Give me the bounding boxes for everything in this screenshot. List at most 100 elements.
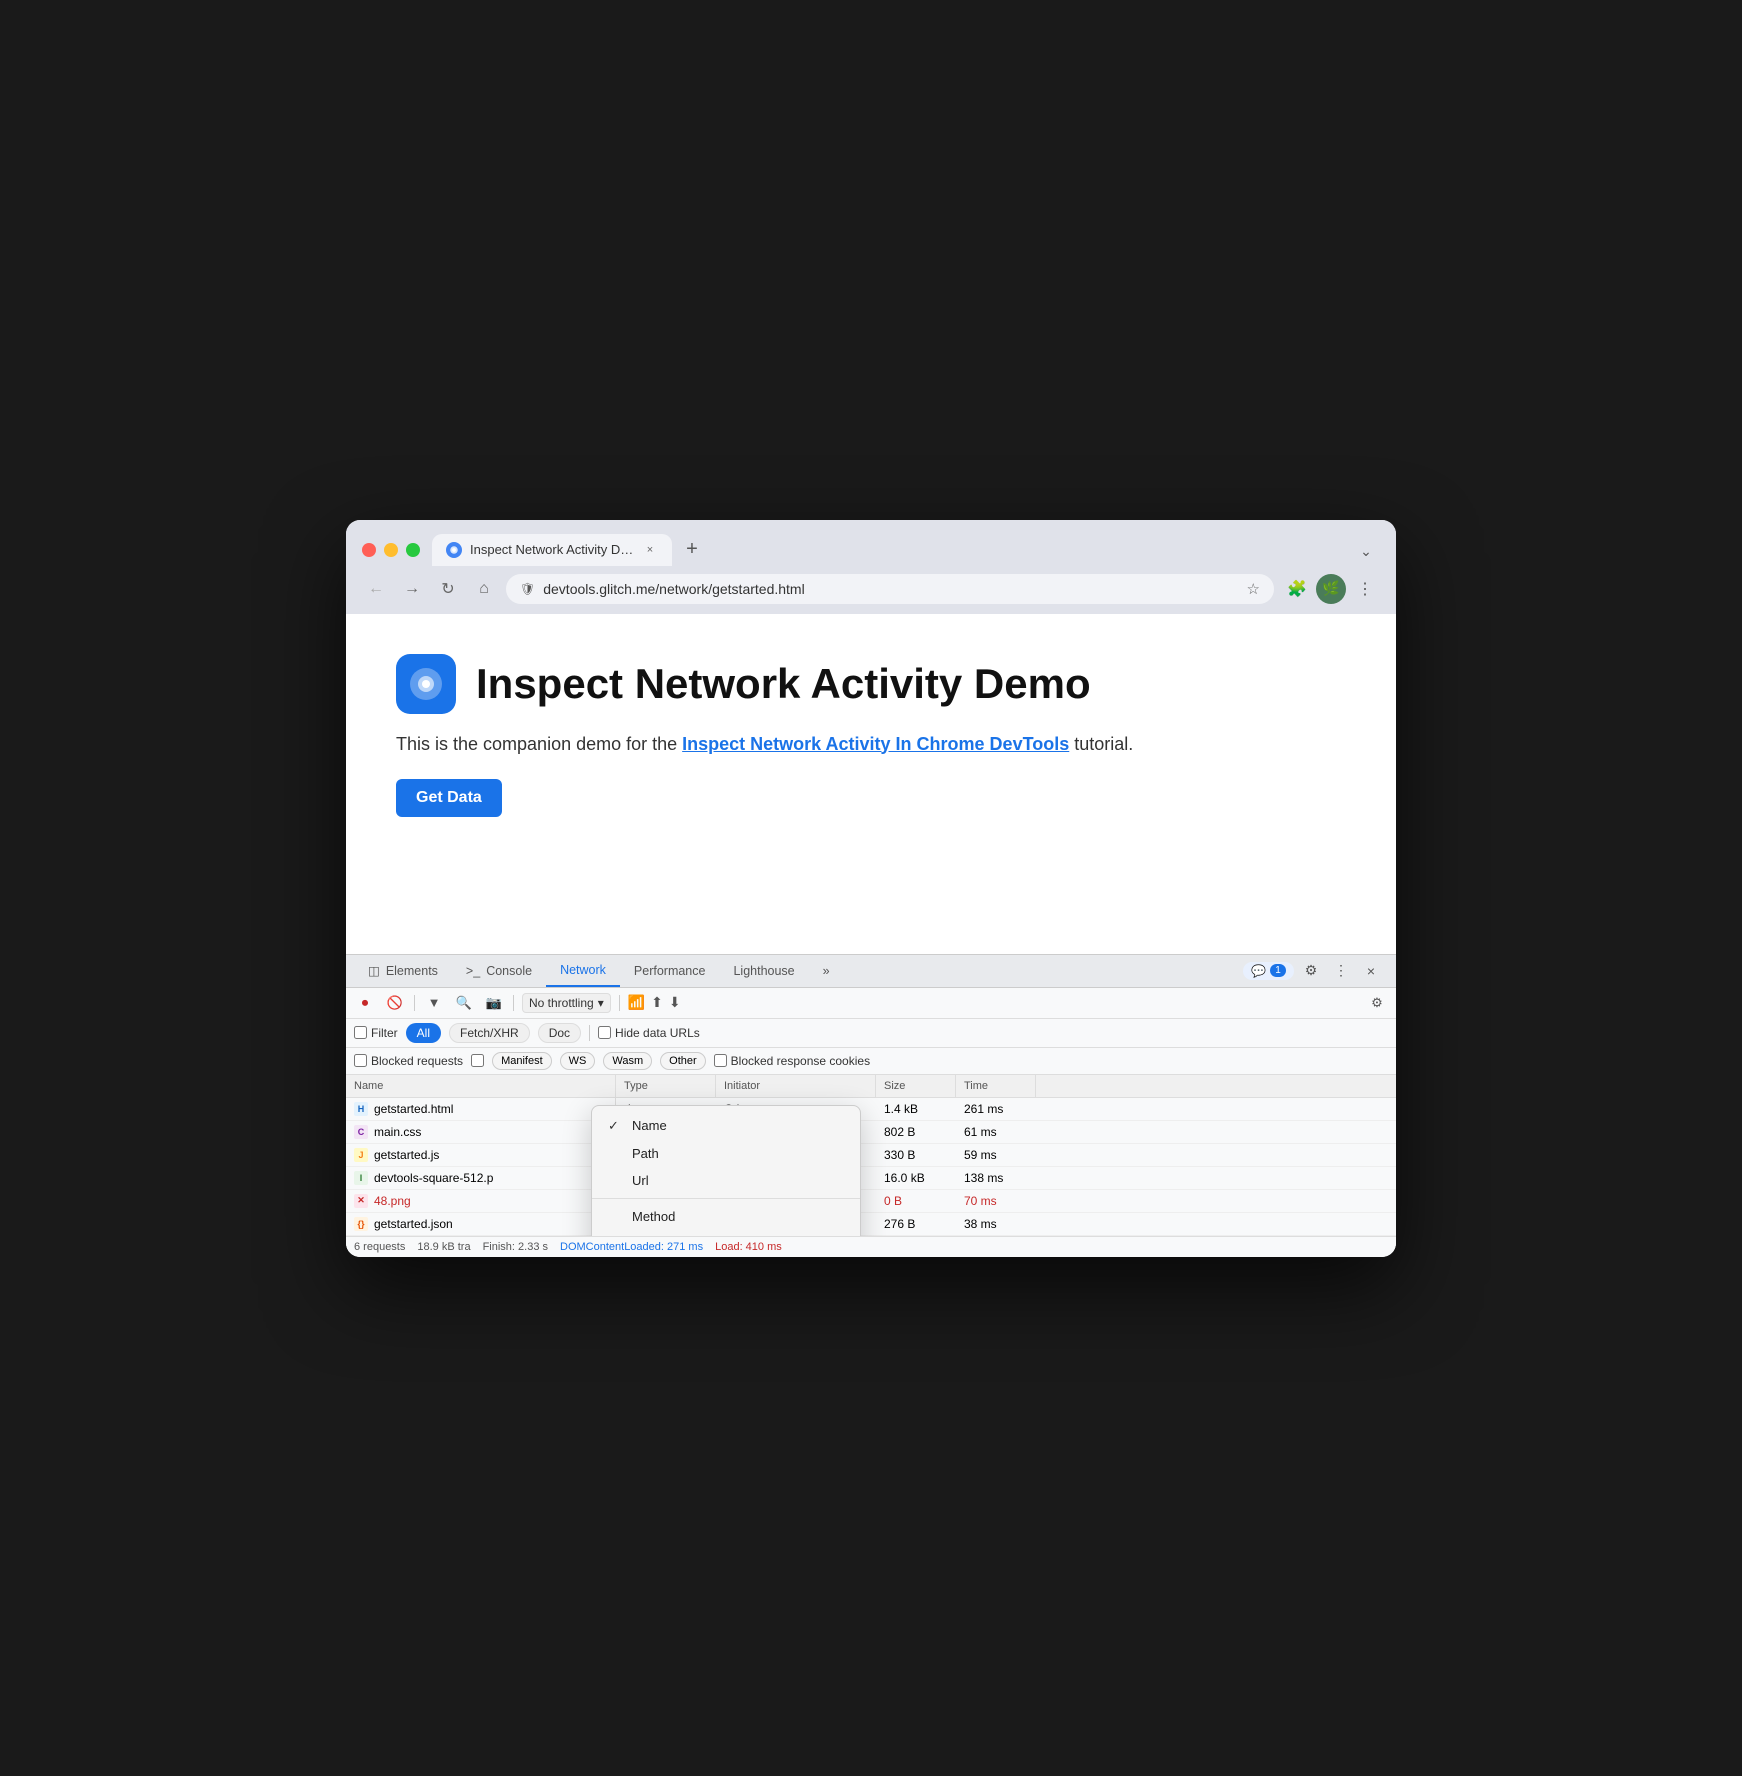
tab-performance[interactable]: Performance [620, 956, 720, 986]
reload-button[interactable]: ↻ [434, 575, 462, 603]
requests-count: 6 requests [354, 1241, 405, 1253]
menu-label: Name [632, 1118, 667, 1133]
table-row[interactable]: C main.css [346, 1121, 615, 1144]
table-row[interactable]: ✕ 48.png [346, 1190, 615, 1213]
minimize-traffic-light[interactable] [384, 543, 398, 557]
filter-chip-manifest[interactable]: Manifest [492, 1052, 552, 1070]
blocked-cookies-checkbox[interactable] [714, 1054, 727, 1067]
js-file-icon: J [354, 1148, 368, 1162]
devtools-close-btn[interactable]: × [1358, 958, 1384, 984]
menu-item-status[interactable]: Status [592, 1230, 860, 1236]
extensions-button[interactable]: 🧩 [1282, 574, 1312, 604]
throttle-select[interactable]: No throttling ▾ [522, 993, 611, 1013]
png-file-icon: ✕ [354, 1194, 368, 1208]
home-button[interactable]: ⌂ [470, 575, 498, 603]
network-settings-button[interactable]: ⚙ [1366, 992, 1388, 1014]
address-input[interactable]: 🛡 devtools.glitch.me/network/getstarted.… [506, 574, 1274, 604]
clear-button[interactable]: 🚫 [384, 992, 406, 1014]
network-toolbar: ⏺ 🚫 ▼ 🔍 📷 No throttling ▾ 📶 ⬆ ⬇ ⚙ [346, 988, 1396, 1019]
menu-item-name[interactable]: Name [592, 1112, 860, 1140]
menu-item-method[interactable]: Method [592, 1203, 860, 1230]
menu-item-url[interactable]: Url [592, 1167, 860, 1194]
url-text: devtools.glitch.me/network/getstarted.ht… [543, 581, 1238, 597]
tab-close-button[interactable]: × [642, 542, 658, 558]
blocked-requests-label: Blocked requests [354, 1054, 463, 1068]
filter-chip-other[interactable]: Other [660, 1052, 706, 1070]
size-cell: 16.0 kB [876, 1171, 956, 1185]
size-cell: 1.4 kB [876, 1102, 956, 1116]
active-tab[interactable]: Inspect Network Activity Dem × [432, 534, 672, 566]
time-header: Time [956, 1075, 1036, 1097]
menu-item-path[interactable]: Path [592, 1140, 860, 1167]
menu-divider [592, 1198, 860, 1199]
upload-icon[interactable]: ⬆ [651, 994, 663, 1011]
hide-data-urls-checkbox[interactable] [598, 1026, 611, 1039]
devtools-link[interactable]: Inspect Network Activity In Chrome DevTo… [682, 734, 1069, 754]
menu-label: Method [632, 1209, 675, 1224]
wifi-icon[interactable]: 📶 [628, 994, 645, 1011]
bookmark-icon[interactable]: ☆ [1247, 580, 1260, 598]
third-party-checkbox[interactable] [471, 1054, 484, 1067]
get-data-button[interactable]: Get Data [396, 779, 502, 817]
tab-lighthouse[interactable]: Lighthouse [719, 956, 808, 986]
table-row[interactable]: I devtools-square-512.p [346, 1167, 615, 1190]
size-header: Size [876, 1075, 956, 1097]
table-row[interactable]: J getstarted.js [346, 1144, 615, 1167]
filter-chip-doc[interactable]: Doc [538, 1023, 581, 1043]
devtools-more-btn[interactable]: ⋮ [1328, 958, 1354, 984]
network-left-panel: Name H getstarted.html C main.css J gets… [346, 1075, 616, 1236]
size-cell: 0 B [876, 1194, 956, 1208]
browser-actions: 🧩 🌿 ⋮ [1282, 574, 1380, 604]
tab-elements[interactable]: ◫ Elements [354, 955, 452, 986]
traffic-lights [362, 543, 420, 557]
chevron-down-icon: ▾ [598, 996, 604, 1010]
console-icon: >_ [466, 964, 480, 978]
forward-button[interactable]: → [398, 575, 426, 603]
tab-title: Inspect Network Activity Dem [470, 542, 634, 557]
address-icons: ☆ [1247, 580, 1260, 598]
url-filter-row: Blocked requests Manifest WS Wasm Other … [346, 1048, 1396, 1075]
filter-chip-fetch[interactable]: Fetch/XHR [449, 1023, 530, 1043]
filter-chip-ws[interactable]: WS [560, 1052, 596, 1070]
table-row[interactable]: H getstarted.html [346, 1098, 615, 1121]
devtools-settings-btn[interactable]: ⚙ [1298, 958, 1324, 984]
tab-dropdown-button[interactable]: ⌄ [1352, 538, 1380, 566]
html-file-icon: H [354, 1102, 368, 1116]
toolbar-divider-1 [414, 995, 415, 1011]
tab-more[interactable]: » [809, 956, 844, 986]
menu-label: Url [632, 1173, 649, 1188]
time-cell: 138 ms [956, 1171, 1036, 1185]
json-file-icon: {} [354, 1217, 368, 1231]
screenshot-button[interactable]: 📷 [483, 992, 505, 1014]
close-traffic-light[interactable] [362, 543, 376, 557]
devtools-panel: ◫ Elements >_ Console Network Performanc… [346, 954, 1396, 1257]
console-badge: 💬 1 [1243, 962, 1294, 980]
filter-chip-wasm[interactable]: Wasm [603, 1052, 652, 1070]
address-bar-row: ← → ↻ ⌂ 🛡 devtools.glitch.me/network/get… [346, 566, 1396, 614]
filter-row: Filter All Fetch/XHR Doc Hide data URLs [346, 1019, 1396, 1048]
new-tab-button[interactable]: + [676, 534, 708, 566]
name-column-header: Name [346, 1075, 615, 1098]
blocked-requests-checkbox[interactable] [354, 1054, 367, 1067]
status-bar: 6 requests 18.9 kB tra Finish: 2.33 s DO… [346, 1236, 1396, 1257]
more-options-button[interactable]: ⋮ [1350, 574, 1380, 604]
page-header: Inspect Network Activity Demo [396, 654, 1346, 714]
toolbar-divider-3 [619, 995, 620, 1011]
profile-button[interactable]: 🌿 [1316, 574, 1346, 604]
download-icon[interactable]: ⬇ [669, 994, 681, 1011]
maximize-traffic-light[interactable] [406, 543, 420, 557]
page-logo [396, 654, 456, 714]
table-row[interactable]: {} getstarted.json [346, 1213, 615, 1236]
filter-divider [589, 1025, 590, 1041]
filter-checkbox-label: Filter [354, 1026, 398, 1040]
tab-network[interactable]: Network [546, 955, 620, 987]
tab-console[interactable]: >_ Console [452, 956, 546, 986]
filter-chip-all[interactable]: All [406, 1023, 441, 1043]
back-button[interactable]: ← [362, 575, 390, 603]
filter-toggle-button[interactable]: ▼ [423, 992, 445, 1014]
filter-checkbox-input[interactable] [354, 1026, 367, 1039]
hide-data-urls-text: Hide data URLs [615, 1026, 700, 1040]
search-button[interactable]: 🔍 [453, 992, 475, 1014]
record-button[interactable]: ⏺ [354, 992, 376, 1014]
tabs-bar: Inspect Network Activity Dem × + ⌄ [432, 534, 1380, 566]
